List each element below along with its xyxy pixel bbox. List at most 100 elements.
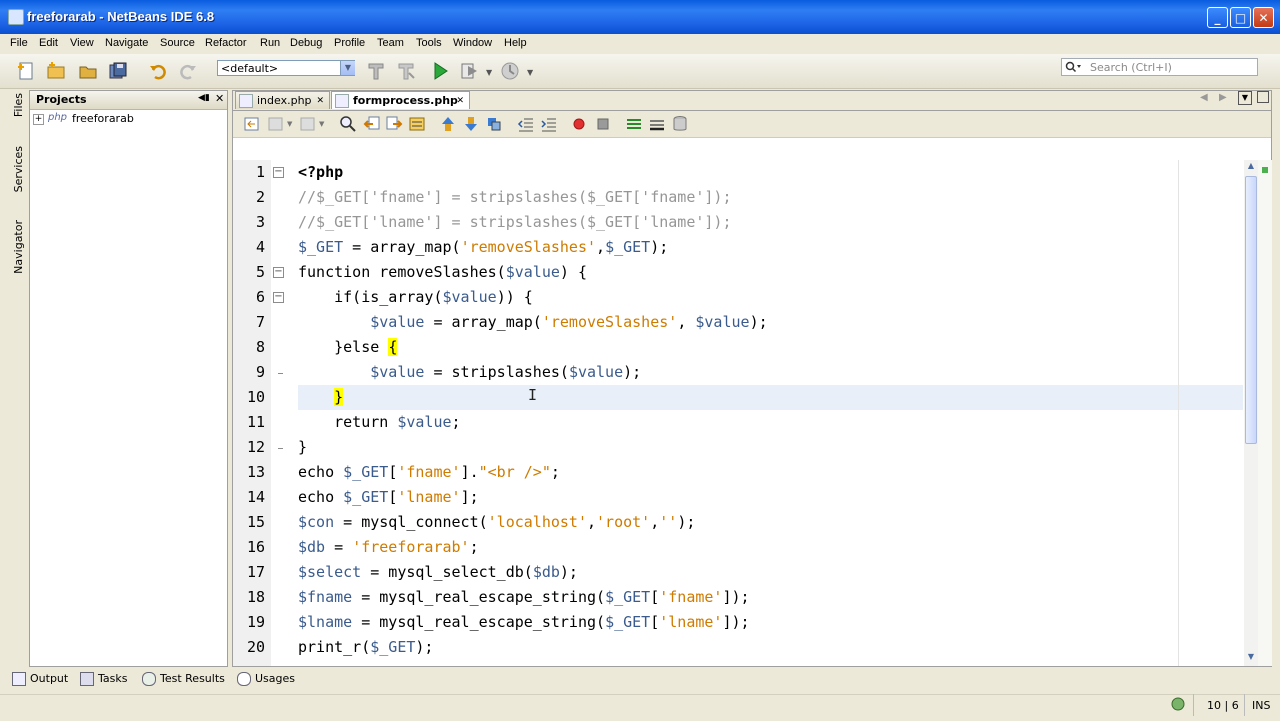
database-icon[interactable] [671,115,689,133]
tab-services[interactable]: Services [12,146,25,192]
menu-edit[interactable]: Edit [39,37,58,49]
comment-icon[interactable] [625,115,643,133]
uncomment-icon[interactable] [648,115,666,133]
forward-dropdown-icon[interactable]: ▼ [319,120,324,128]
minimize-button[interactable]: _ [1207,7,1228,28]
back-dropdown-icon[interactable]: ▼ [287,120,292,128]
code-line: } [334,388,344,406]
start-macro-icon[interactable] [572,117,586,131]
fold-toggle-icon[interactable]: − [273,292,284,303]
menu-run[interactable]: Run [260,37,280,49]
debug-icon[interactable] [460,61,480,81]
code-line: print_r($_GET); [298,638,434,656]
tab-tasks[interactable]: Tasks [80,672,127,686]
back-icon[interactable] [267,115,285,133]
stop-macro-icon[interactable] [596,117,610,131]
build-icon[interactable] [366,61,386,81]
line-number: 6 [255,288,265,306]
new-project-icon[interactable] [46,61,66,81]
tab-navigator[interactable]: Navigator [12,220,25,274]
redo-icon[interactable] [178,61,198,81]
chevron-down-icon[interactable]: ▼ [340,61,355,75]
window-title: freeforarab - NetBeans IDE 6.8 [27,9,215,24]
menu-tools[interactable]: Tools [416,37,442,49]
code-line: <?php [298,163,344,181]
code-line: function removeSlashes($value) { [298,263,587,281]
tab-usages[interactable]: Usages [237,672,295,686]
menu-window[interactable]: Window [453,37,492,49]
run-icon[interactable] [430,61,450,81]
code-line: } [298,438,308,456]
profile-dropdown-icon[interactable]: ▼ [527,68,533,77]
scroll-down-icon[interactable]: ▼ [1245,652,1257,665]
menu-bar: File Edit View Navigate Source Refactor … [0,34,1280,54]
toggle-highlight-icon[interactable] [408,115,426,133]
close-tab-icon[interactable]: ✕ [456,92,464,110]
maximize-button[interactable]: □ [1230,7,1251,28]
fold-toggle-icon[interactable]: − [273,167,284,178]
toggle-bookmark-icon[interactable] [485,115,503,133]
fold-toggle-icon[interactable]: − [273,267,284,278]
menu-navigate[interactable]: Navigate [105,37,148,49]
search-placeholder: Search (Ctrl+I) [1090,61,1172,74]
scroll-up-icon[interactable]: ▲ [1245,161,1257,174]
menu-file[interactable]: File [10,37,28,49]
menu-help[interactable]: Help [504,37,527,49]
find-previous-icon[interactable] [363,115,381,133]
tab-label: formprocess.php [353,94,458,107]
previous-bookmark-icon[interactable] [439,115,457,133]
find-icon[interactable] [339,115,357,133]
fold-column [271,160,293,666]
save-all-icon[interactable] [108,61,128,81]
find-next-icon[interactable] [385,115,403,133]
line-number: 3 [255,213,265,231]
undo-icon[interactable] [148,61,168,81]
editor-toolbar: ▼ ▼ [233,111,1271,138]
menu-source[interactable]: Source [160,37,195,49]
menu-view[interactable]: View [70,37,94,49]
shift-right-icon[interactable] [540,115,558,133]
search-icon[interactable] [1065,61,1083,73]
open-project-icon[interactable] [78,61,98,81]
tab-index-php[interactable]: index.php ✕ [235,91,330,109]
scrollbar-thumb[interactable] [1245,176,1257,444]
line-number: 18 [246,588,265,606]
scroll-tabs-right-icon[interactable]: ▶ [1219,92,1227,103]
tree-item-freeforarab[interactable]: freeforarab [72,112,134,125]
profile-icon[interactable] [500,61,520,81]
menu-team[interactable]: Team [377,37,404,49]
debug-dropdown-icon[interactable]: ▼ [486,68,492,77]
forward-icon[interactable] [299,115,317,133]
shift-left-icon[interactable] [517,115,535,133]
projects-title: Projects [36,93,87,106]
tree-expand-icon[interactable]: + [33,114,44,125]
tab-output[interactable]: Output [12,672,68,686]
tab-files[interactable]: Files [12,93,25,117]
minimize-panel-icon[interactable]: ◀▮ [198,93,210,103]
close-tab-icon[interactable]: ✕ [316,92,324,110]
line-number: 20 [246,638,265,656]
tab-test-results-label: Test Results [160,672,225,685]
menu-debug[interactable]: Debug [290,37,322,49]
close-button[interactable]: ✕ [1253,7,1274,28]
notification-icon[interactable] [1171,697,1185,711]
code-line: echo $_GET['lname']; [298,488,479,506]
last-edit-icon[interactable] [243,115,261,133]
projects-header: Projects ◀▮ ✕ [30,91,227,110]
tab-formprocess-php[interactable]: formprocess.php ✕ [331,91,470,109]
configuration-select[interactable]: <default> [217,60,355,76]
code-line: $fname = mysql_real_escape_string($_GET[… [298,588,750,606]
menu-refactor[interactable]: Refactor [205,37,247,49]
new-file-icon[interactable] [16,61,36,81]
clean-build-icon[interactable] [396,61,416,81]
menu-profile[interactable]: Profile [334,37,365,49]
next-bookmark-icon[interactable] [462,115,480,133]
tab-list-icon[interactable]: ▼ [1238,91,1252,105]
tab-test-results[interactable]: Test Results [142,672,225,686]
scroll-tabs-left-icon[interactable]: ◀ [1200,92,1208,103]
line-number: 4 [255,238,265,256]
close-panel-icon[interactable]: ✕ [215,92,224,105]
line-number: 19 [246,613,265,631]
cursor-position: 10 | 6 [1207,699,1239,712]
maximize-editor-icon[interactable] [1257,91,1269,103]
